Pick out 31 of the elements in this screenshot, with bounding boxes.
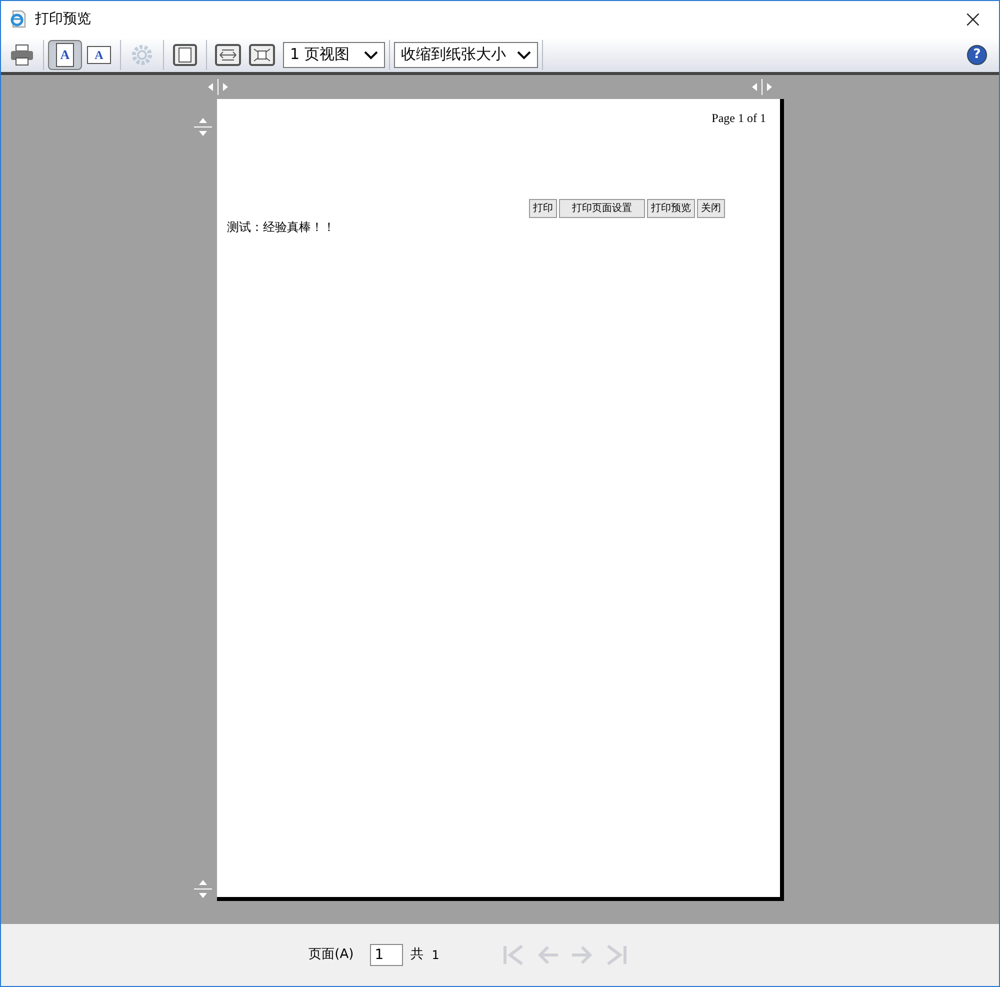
landscape-toolbar-button[interactable]: A xyxy=(82,40,116,70)
scale-dropdown[interactable]: 收缩到纸张大小 xyxy=(394,42,538,68)
left-margin-handle[interactable] xyxy=(207,79,229,95)
page-frame-icon xyxy=(173,44,197,66)
page-label: 页面(A) xyxy=(308,946,354,964)
portrait-toolbar-button[interactable]: A xyxy=(48,40,82,70)
gear-icon xyxy=(131,44,153,66)
landscape-page-icon: A xyxy=(87,46,111,64)
page-button[interactable]: 打印页面设置 xyxy=(559,199,645,218)
fit-page-icon xyxy=(249,44,275,66)
view-dropdown[interactable]: 1 页视图 xyxy=(283,42,385,68)
right-margin-handle[interactable] xyxy=(751,79,773,95)
portrait-page-icon: A xyxy=(56,42,74,66)
total-pages: 1 xyxy=(432,947,440,964)
page-number-field[interactable]: 1 xyxy=(370,944,403,966)
total-label: 共 xyxy=(410,946,424,964)
page-text: 测试：经验真棒！！ xyxy=(227,219,336,236)
chevron-down-icon xyxy=(364,50,378,60)
bottom-margin-handle[interactable] xyxy=(193,879,213,899)
browser-document-icon xyxy=(9,10,27,28)
help-button[interactable]: ? xyxy=(967,44,987,64)
page-button[interactable]: 打印预览 xyxy=(647,199,695,218)
window-title: 打印预览 xyxy=(35,10,91,28)
printer-icon xyxy=(10,44,34,66)
page-button[interactable]: 打印 xyxy=(529,199,557,218)
close-button[interactable]: × xyxy=(962,7,983,31)
page-header: Page 1 of 1 xyxy=(712,110,767,127)
top-margin-handle[interactable] xyxy=(193,117,213,137)
chevron-down-icon xyxy=(517,50,531,60)
page-button[interactable]: 关闭 xyxy=(697,199,725,218)
fit-width-icon xyxy=(215,44,241,66)
